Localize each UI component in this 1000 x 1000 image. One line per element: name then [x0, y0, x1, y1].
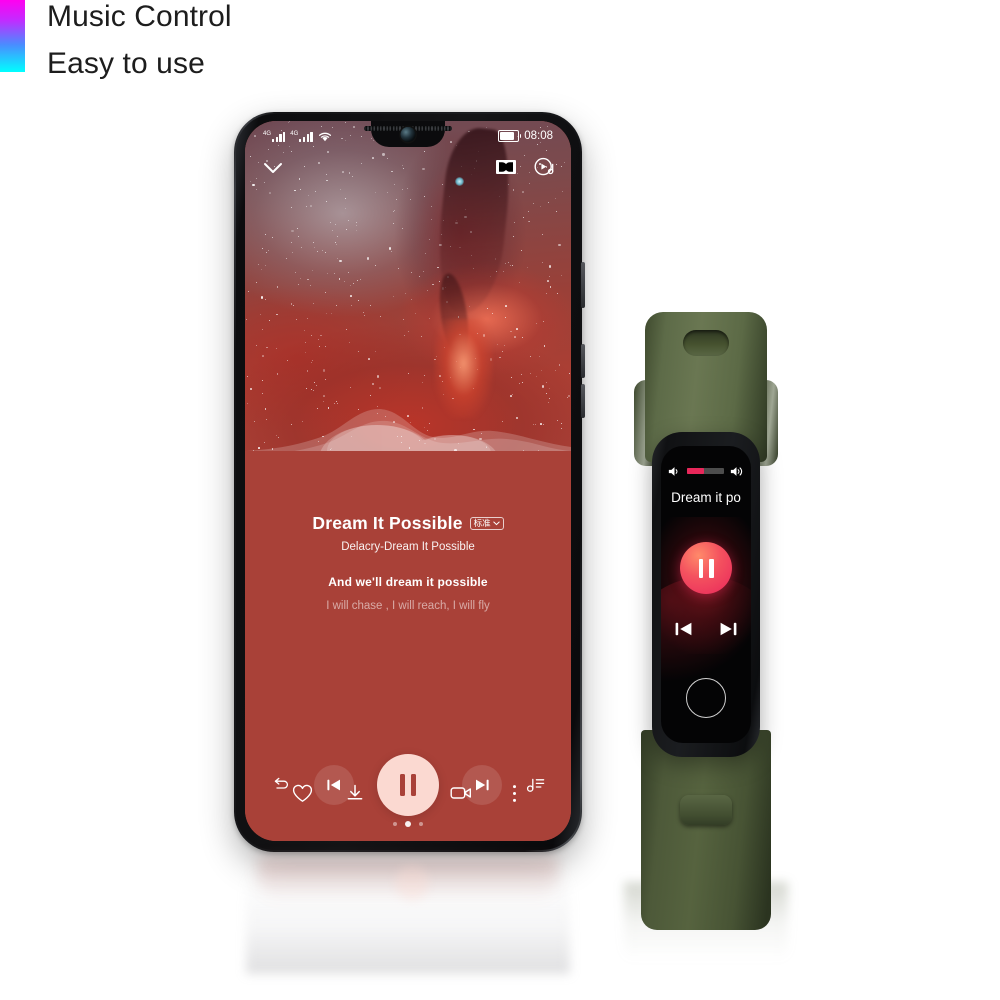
- skip-next-icon[interactable]: [717, 619, 739, 639]
- skip-previous-icon: [327, 779, 340, 791]
- watch-band-clasp: [680, 795, 732, 825]
- watch-band-bottom: [641, 730, 771, 930]
- audio-quality-badge[interactable]: 标准: [469, 517, 504, 530]
- page-indicator-dots: [245, 821, 571, 827]
- network-label-1: 4G: [263, 130, 272, 137]
- volume-down-icon[interactable]: [668, 465, 681, 478]
- watch-song-title: Dream it po: [671, 490, 741, 505]
- playlist-music-icon: [526, 778, 545, 792]
- pause-icon: [400, 774, 416, 796]
- watch-volume-slider[interactable]: [686, 468, 725, 474]
- page-dot-active[interactable]: [405, 821, 411, 827]
- status-left: 4G 4G: [263, 131, 332, 142]
- watch-band-buckle-hole: [683, 330, 729, 356]
- page-dot[interactable]: [419, 822, 423, 826]
- dolby-audio-icon[interactable]: [496, 160, 516, 174]
- watch-volume-row: [661, 462, 751, 480]
- skip-previous-icon[interactable]: [673, 619, 695, 639]
- headline: Music Control Easy to use: [47, 0, 647, 82]
- lyric-current-line: And we'll dream it possible: [328, 575, 488, 589]
- phone-screen: 4G 4G 08:08 Dream It Possible 标准 Delacry…: [245, 121, 571, 841]
- status-time: 08:08: [524, 130, 553, 142]
- chevron-down-icon[interactable]: [262, 161, 284, 175]
- song-artist: Delacry-Dream It Possible: [341, 541, 475, 553]
- now-playing-info: Dream It Possible 标准 Delacry-Dream It Po…: [245, 513, 571, 612]
- watch-screen: Dream it po: [661, 446, 751, 743]
- volume-up-icon[interactable]: [730, 465, 744, 478]
- pause-icon: [698, 558, 714, 578]
- chevron-down-icon: [492, 521, 500, 526]
- wifi-icon: [318, 132, 331, 141]
- player-top-bar: [245, 154, 571, 180]
- page-dot[interactable]: [393, 822, 397, 826]
- watch-home-button[interactable]: [686, 678, 726, 718]
- watch-volume-fill: [686, 468, 704, 474]
- sound-effects-icon[interactable]: [534, 157, 554, 177]
- quality-label: 标准: [473, 518, 491, 528]
- transport-controls: [245, 753, 571, 817]
- skip-next-icon: [476, 779, 489, 791]
- brand-gradient-swatch: [0, 0, 25, 72]
- phone-volume-down-button[interactable]: [581, 384, 585, 418]
- watch-case: Dream it po: [652, 432, 760, 757]
- phone-power-button[interactable]: [581, 262, 585, 308]
- watch-transport-row: [661, 614, 751, 644]
- watch-play-pause-button[interactable]: [680, 542, 732, 594]
- playlist-button[interactable]: [525, 776, 545, 794]
- repeat-icon: [274, 777, 288, 789]
- network-label-2: 4G: [290, 130, 299, 137]
- signal-icon-1: 4G: [263, 130, 286, 142]
- repeat-button[interactable]: [271, 777, 291, 793]
- previous-button[interactable]: [314, 765, 354, 805]
- phone-volume-up-button[interactable]: [581, 344, 585, 378]
- headline-line-1: Music Control: [47, 0, 232, 33]
- status-bar: 4G 4G 08:08: [245, 127, 571, 145]
- fitness-band-device: Dream it po: [620, 300, 792, 930]
- headline-line-2: Easy to use: [47, 47, 205, 80]
- lyric-next-line: I will chase , I will reach, I will fly: [326, 600, 490, 612]
- signal-icon-2: 4G: [290, 130, 313, 142]
- play-pause-button[interactable]: [377, 754, 439, 816]
- status-right: 08:08: [498, 130, 553, 142]
- battery-icon: [498, 130, 522, 142]
- song-title-row: Dream It Possible 标准: [245, 513, 571, 534]
- song-title: Dream It Possible: [312, 513, 463, 533]
- next-button[interactable]: [462, 765, 502, 805]
- phone-device: 4G 4G 08:08 Dream It Possible 标准 Delacry…: [234, 112, 585, 852]
- phone-reflection-highlight: [395, 866, 429, 900]
